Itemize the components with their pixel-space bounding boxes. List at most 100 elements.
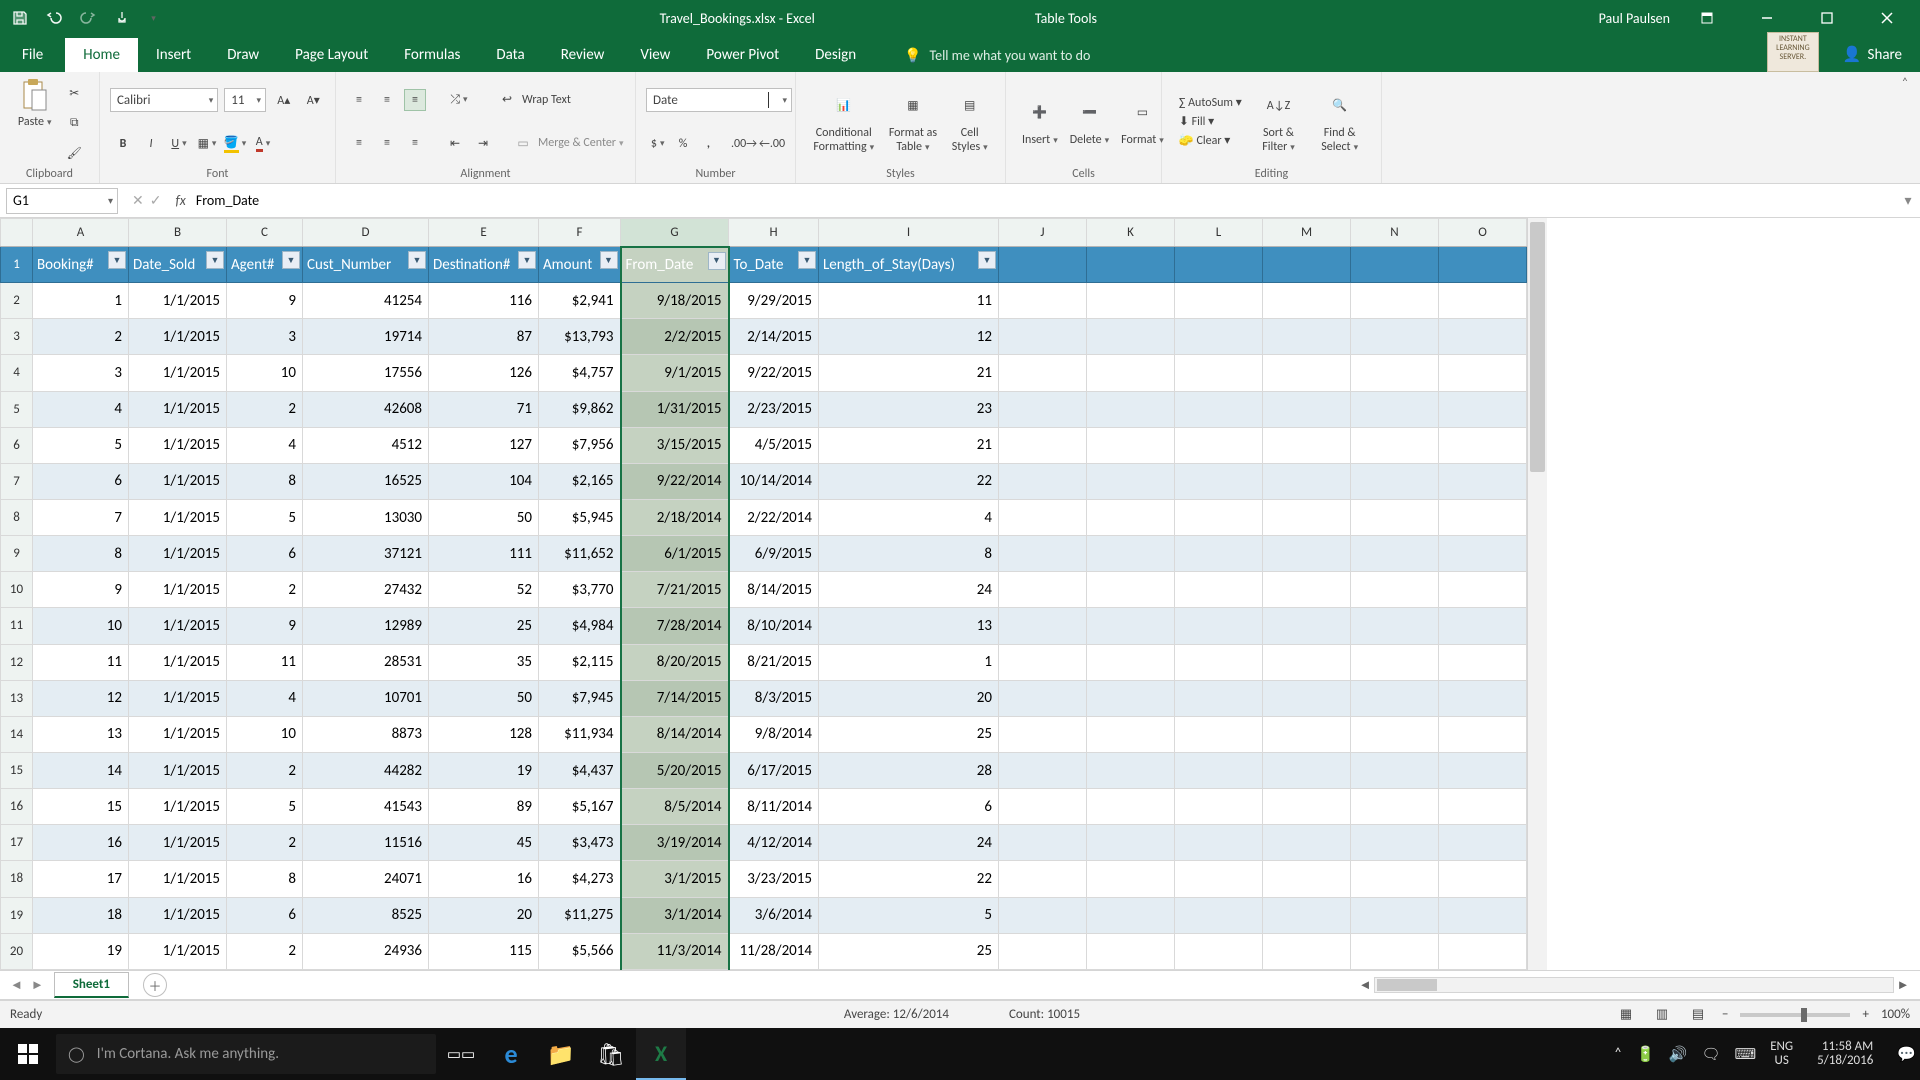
table-header-cell[interactable]: Length_of_Stay(Days)▼	[819, 247, 999, 283]
cell[interactable]	[999, 247, 1087, 283]
cell[interactable]	[1351, 825, 1439, 861]
row-header[interactable]: 9	[1, 536, 33, 572]
cell[interactable]: 1/1/2015	[129, 499, 227, 535]
cell[interactable]: 24071	[303, 861, 429, 897]
cell[interactable]: $2,941	[539, 283, 621, 319]
cell[interactable]: 8	[227, 463, 303, 499]
cell[interactable]: $5,566	[539, 933, 621, 969]
cell[interactable]	[1087, 247, 1175, 283]
cell[interactable]: 8/14/2015	[729, 572, 819, 608]
cell[interactable]: 9/22/2014	[621, 463, 729, 499]
ribbon-tab-review[interactable]: Review	[543, 38, 623, 72]
find-select-button[interactable]: 🔍 Find & Select	[1315, 89, 1364, 155]
cell[interactable]: 1/1/2015	[129, 897, 227, 933]
cell[interactable]: 2/2/2015	[621, 319, 729, 355]
collapse-ribbon-icon[interactable]: ˄	[1890, 72, 1920, 183]
cell[interactable]: 27432	[303, 572, 429, 608]
col-header-D[interactable]: D	[303, 219, 429, 247]
cell[interactable]: 41254	[303, 283, 429, 319]
cell[interactable]: 42608	[303, 391, 429, 427]
format-as-table-button[interactable]: ▦ Format as Table	[883, 89, 943, 155]
cell[interactable]	[1351, 536, 1439, 572]
cell[interactable]: 3/1/2014	[621, 897, 729, 933]
cell[interactable]: 87	[429, 319, 539, 355]
cell[interactable]	[1351, 499, 1439, 535]
cell[interactable]: 11516	[303, 825, 429, 861]
zoom-knob[interactable]	[1801, 1008, 1807, 1022]
filter-dropdown-icon[interactable]: ▼	[206, 251, 224, 269]
cell[interactable]: 2	[227, 825, 303, 861]
cell[interactable]: 8/21/2015	[729, 644, 819, 680]
ribbon-tab-insert[interactable]: Insert	[138, 38, 209, 72]
row-header[interactable]: 15	[1, 752, 33, 788]
cell[interactable]: $5,167	[539, 789, 621, 825]
align-middle-icon[interactable]: ≡	[376, 89, 398, 111]
cell[interactable]: 10	[227, 716, 303, 752]
cell[interactable]: $2,115	[539, 644, 621, 680]
cell[interactable]: 35	[429, 644, 539, 680]
font-name-combo[interactable]: Calibri	[110, 88, 218, 112]
table-header-cell[interactable]: From_Date▼	[621, 247, 729, 283]
cell[interactable]	[1087, 499, 1175, 535]
cell[interactable]	[1087, 608, 1175, 644]
name-box[interactable]: G1	[6, 188, 118, 214]
cell[interactable]: 8/5/2014	[621, 789, 729, 825]
cell[interactable]	[999, 499, 1087, 535]
align-top-icon[interactable]: ≡	[348, 89, 370, 111]
cell[interactable]	[1351, 644, 1439, 680]
cell[interactable]: 11	[227, 644, 303, 680]
cell[interactable]: 52	[429, 572, 539, 608]
cell[interactable]	[1087, 644, 1175, 680]
cell[interactable]	[1351, 752, 1439, 788]
cell[interactable]: 19	[429, 752, 539, 788]
outdent-icon[interactable]: ⇤	[444, 132, 466, 154]
delete-cells-button[interactable]: ➖ Delete	[1064, 96, 1115, 148]
cell[interactable]: 13030	[303, 499, 429, 535]
cell[interactable]: 3/1/2015	[621, 861, 729, 897]
cell[interactable]	[999, 933, 1087, 969]
cell[interactable]: 37121	[303, 536, 429, 572]
cell[interactable]: 1/1/2015	[129, 716, 227, 752]
row-header[interactable]: 18	[1, 861, 33, 897]
cell[interactable]: 10	[33, 608, 129, 644]
cell[interactable]: 3/23/2015	[729, 861, 819, 897]
fx-icon[interactable]: fx	[175, 192, 195, 209]
horizontal-scrollbar[interactable]: ◄ ►	[167, 977, 1920, 993]
cell-styles-button[interactable]: ▤ Cell Styles	[946, 89, 994, 155]
expand-formula-bar-icon[interactable]: ▾	[1896, 192, 1920, 209]
col-header-G[interactable]: G	[621, 219, 729, 247]
cell[interactable]: 12	[33, 680, 129, 716]
cell[interactable]: 10	[227, 355, 303, 391]
cell[interactable]	[1263, 499, 1351, 535]
cell[interactable]	[1175, 716, 1263, 752]
cell[interactable]	[1175, 283, 1263, 319]
tell-me-box[interactable]: 💡 Tell me what you want to do	[904, 39, 1090, 72]
cell[interactable]	[1175, 861, 1263, 897]
cell[interactable]	[1175, 608, 1263, 644]
cell[interactable]	[1439, 933, 1527, 969]
cell[interactable]: 6/17/2015	[729, 752, 819, 788]
cell[interactable]	[999, 825, 1087, 861]
cell[interactable]	[1351, 716, 1439, 752]
cell[interactable]	[1351, 933, 1439, 969]
cell[interactable]: 4512	[303, 427, 429, 463]
normal-view-icon[interactable]: ▦	[1614, 1005, 1638, 1025]
cell[interactable]: 6	[227, 897, 303, 933]
cell[interactable]: 2/14/2015	[729, 319, 819, 355]
cell[interactable]: 126	[429, 355, 539, 391]
cell[interactable]	[1263, 608, 1351, 644]
filter-dropdown-icon[interactable]: ▼	[408, 251, 426, 269]
cell[interactable]: 4/5/2015	[729, 427, 819, 463]
row-header[interactable]: 1	[1, 247, 33, 283]
edge-icon[interactable]: e	[486, 1028, 536, 1080]
grow-font-icon[interactable]: A▴	[274, 89, 294, 111]
row-header[interactable]: 20	[1, 933, 33, 969]
cell[interactable]: $11,652	[539, 536, 621, 572]
cell[interactable]	[1351, 608, 1439, 644]
input-language[interactable]: ENG US	[1770, 1040, 1793, 1069]
ribbon-display-icon[interactable]	[1684, 0, 1730, 36]
cell[interactable]: 16	[429, 861, 539, 897]
minimize-icon[interactable]	[1744, 0, 1790, 36]
ribbon-tab-file[interactable]: File	[0, 38, 65, 72]
cell[interactable]: 5	[819, 897, 999, 933]
